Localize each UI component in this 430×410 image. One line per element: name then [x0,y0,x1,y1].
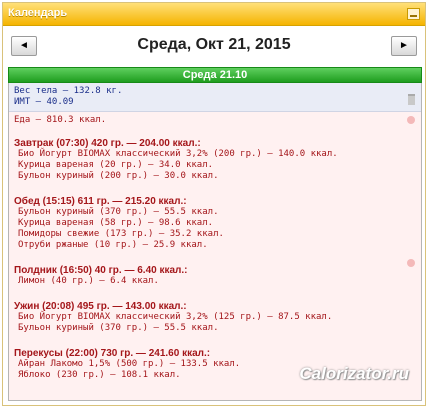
widget-title: Календарь [8,7,68,19]
food-total: Еда — 810.3 ккал. [14,115,107,125]
meal-title-dinner: Ужин (20:08) 495 гр. — 143.00 ккал.: [14,301,187,312]
meal-item: Помидоры свежие (173 гр.) — 35.2 ккал. [18,229,224,239]
watermark: Calorizator.ru [299,364,409,383]
apple-icon[interactable] [407,259,415,267]
apple-icon[interactable] [407,116,415,124]
meal-item: Био Йогурт BIOMAX классический 3,2% (125… [18,312,333,322]
calendar-widget: Календарь ◄ Среда, Окт 21, 2015 ► Среда … [2,2,426,406]
meal-title-lunch: Обед (15:15) 611 гр. — 215.20 ккал.: [14,196,187,207]
meal-item: Курица вареная (58 гр.) — 98.6 ккал. [18,218,214,228]
prev-day-button[interactable]: ◄ [11,36,37,56]
date-navigation: ◄ Среда, Окт 21, 2015 ► [3,26,425,66]
day-entries: Вес тела — 132.8 кг. ИМТ — 40.09 Еда — 8… [8,83,422,401]
meal-item: Айран Лакомо 1,5% (500 гр.) — 133.5 ккал… [18,359,241,369]
food-block[interactable]: Еда — 810.3 ккал. Завтрак (07:30) 420 гр… [9,112,421,400]
meal-item: Отруби ржаные (10 гр.) — 25.9 ккал. [18,240,208,250]
bmi-value: ИМТ — 40.09 [14,97,74,107]
minimize-icon [410,15,417,17]
meal-item: Био Йогурт BIOMAX классический 3,2% (200… [18,149,338,159]
meal-item: Бульон куриный (370 гр.) — 55.5 ккал. [18,207,219,217]
weight-block[interactable]: Вес тела — 132.8 кг. ИМТ — 40.09 [9,83,421,112]
meal-title-snacks: Перекусы (22:00) 730 гр. — 241.60 ккал.: [14,348,211,359]
body-weight: Вес тела — 132.8 кг. [14,86,123,96]
day-header: Среда 21.10 [8,67,422,83]
next-day-button[interactable]: ► [391,36,417,56]
trash-icon[interactable] [408,94,415,105]
meal-title-breakfast: Завтрак (07:30) 420 гр. — 204.00 ккал.: [14,138,201,149]
minimize-button[interactable] [407,8,420,20]
meal-item: Бульон куриный (200 гр.) — 30.0 ккал. [18,171,219,181]
meal-item: Курица вареная (20 гр.) — 34.0 ккал. [18,160,214,170]
widget-titlebar: Календарь [3,3,425,26]
meal-item: Лимон (40 гр.) — 6.4 ккал. [18,276,159,286]
meal-item: Яблоко (230 гр.) — 108.1 ккал. [18,370,181,380]
date-title: Среда, Окт 21, 2015 [137,36,291,53]
meal-item: Бульон куриный (370 гр.) — 55.5 ккал. [18,323,219,333]
meal-title-afternoon-snack: Полдник (16:50) 40 гр. — 6.40 ккал.: [14,265,188,276]
